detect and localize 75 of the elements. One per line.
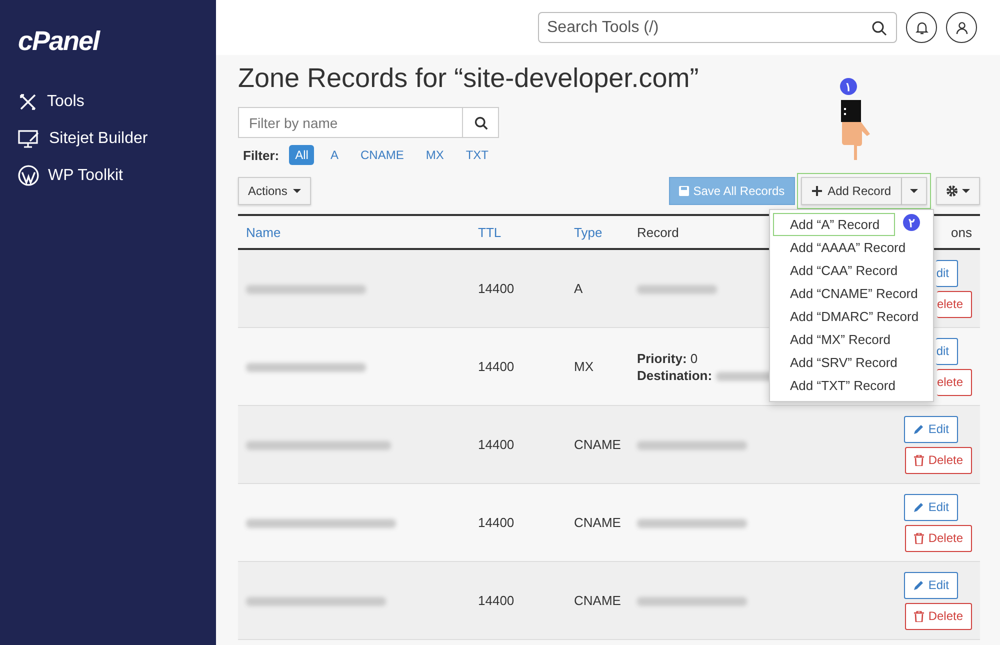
- menu-item[interactable]: Add “DMARC” Record: [773, 305, 934, 328]
- user-button[interactable]: [946, 12, 977, 43]
- menu-item[interactable]: Add “MX” Record: [773, 328, 906, 351]
- floppy-icon: [679, 186, 690, 196]
- filter-option[interactable]: All: [289, 145, 314, 165]
- cpanel-logo: cPanel: [18, 26, 100, 57]
- menu-item[interactable]: Add “SRV” Record: [773, 351, 912, 374]
- page-title: Zone Records for “site-developer.com”: [238, 63, 699, 94]
- step-badge: ۲: [903, 214, 920, 231]
- edit-button[interactable]: Edit: [904, 572, 958, 598]
- bell-icon: [914, 20, 928, 34]
- table-cell: 14400: [478, 515, 514, 530]
- user-icon: [954, 20, 968, 34]
- search-button[interactable]: [463, 107, 499, 138]
- table-cell: 14400: [478, 281, 514, 296]
- delete-button[interactable]: elete: [936, 290, 972, 318]
- delete-button[interactable]: elete: [936, 368, 972, 396]
- delete-button[interactable]: Delete: [905, 524, 972, 552]
- table-cell: CNAME: [574, 437, 621, 452]
- gear-icon: [946, 185, 958, 197]
- sort-header[interactable]: Name: [246, 224, 281, 240]
- pencil-icon: [913, 580, 924, 590]
- table-cell: 14400: [478, 593, 514, 608]
- trash-icon: [914, 610, 924, 622]
- menu-item[interactable]: Add “TXT” Record: [773, 374, 910, 397]
- menu-item[interactable]: Add “CNAME” Record: [773, 282, 933, 305]
- table-cell: 14400: [478, 437, 514, 452]
- pointing-hand-icon: [838, 100, 871, 162]
- sidebar-item[interactable]: Sitejet Builder: [49, 130, 148, 148]
- filter-option[interactable]: MX: [420, 145, 450, 165]
- delete-button[interactable]: Delete: [905, 446, 972, 474]
- settings-button[interactable]: [936, 177, 980, 205]
- trash-icon: [914, 532, 924, 544]
- menu-item[interactable]: Add “A” Record: [773, 213, 895, 236]
- edit-button[interactable]: dit: [936, 338, 958, 364]
- menu-item[interactable]: Add “CAA” Record: [773, 259, 913, 282]
- field-value: 0: [690, 350, 698, 366]
- plus-icon: [812, 186, 822, 196]
- search-field[interactable]: Search Tools (/): [538, 12, 897, 43]
- sort-header[interactable]: Type: [574, 224, 602, 240]
- search-icon: [871, 20, 887, 36]
- add-record-button[interactable]: Add Record: [800, 177, 902, 205]
- filter-option[interactable]: TXT: [460, 145, 494, 165]
- monitor-icon: [18, 128, 40, 148]
- menu-item[interactable]: Add “AAAA” Record: [773, 236, 921, 259]
- tools-icon: [18, 92, 38, 112]
- column-header: Record: [636, 224, 679, 240]
- actions-button[interactable]: Actions: [238, 177, 312, 205]
- column-header: ons: [951, 224, 972, 240]
- pencil-icon: [913, 502, 924, 512]
- field-label: Destination:: [636, 368, 712, 382]
- step-badge: ۱: [840, 78, 857, 95]
- sort-header[interactable]: TTL: [478, 224, 502, 240]
- delete-button[interactable]: Delete: [905, 602, 972, 630]
- edit-button[interactable]: dit: [936, 260, 958, 286]
- dropdown-toggle[interactable]: [902, 177, 927, 205]
- notifications-button[interactable]: [906, 12, 937, 43]
- search-icon: [474, 116, 488, 130]
- wordpress-icon: [18, 165, 39, 186]
- table-cell: MX: [574, 359, 594, 374]
- table-cell: CNAME: [574, 593, 621, 608]
- table-cell: A: [574, 281, 583, 296]
- filter-option[interactable]: CNAME: [354, 145, 410, 165]
- filter-option[interactable]: A: [324, 145, 344, 165]
- sidebar-item[interactable]: WP Toolkit: [48, 166, 123, 184]
- table-cell: 14400: [478, 359, 514, 374]
- filter-label: Filter:: [243, 148, 280, 162]
- field-label: Priority:: [636, 350, 687, 366]
- trash-icon: [914, 454, 924, 466]
- filter-field[interactable]: Filter by name: [238, 107, 463, 138]
- pencil-icon: [913, 424, 924, 434]
- edit-button[interactable]: Edit: [904, 416, 958, 442]
- edit-button[interactable]: Edit: [904, 494, 958, 520]
- sidebar-item[interactable]: Tools: [47, 92, 84, 110]
- table-cell: CNAME: [574, 515, 621, 530]
